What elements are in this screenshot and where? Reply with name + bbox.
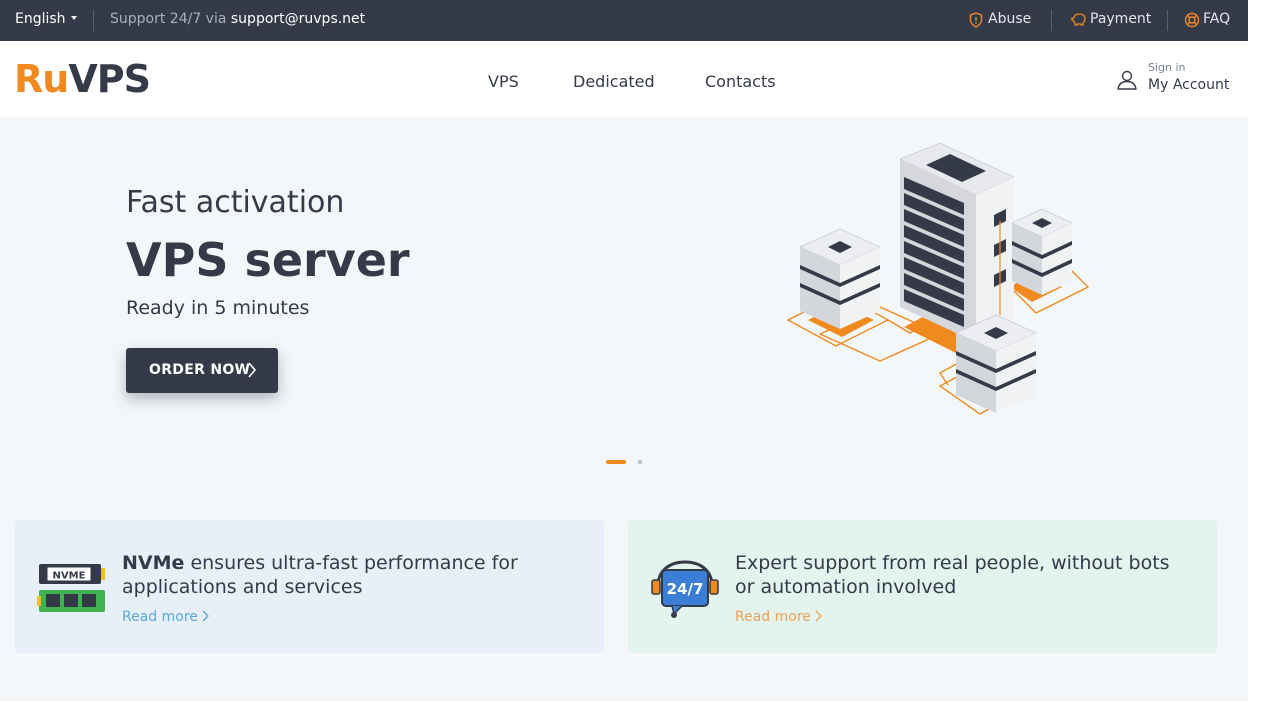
- user-icon: [1117, 70, 1137, 90]
- feature-bold: NVMe: [122, 552, 185, 574]
- nav-contacts[interactable]: Contacts: [705, 72, 776, 91]
- divider: [1167, 10, 1168, 31]
- nvme-icon: NVME: [37, 564, 105, 612]
- faq-link[interactable]: FAQ: [1184, 11, 1231, 28]
- feature-description: Expert support from real people, without…: [735, 552, 1170, 598]
- payment-link[interactable]: Payment: [1071, 11, 1152, 27]
- logo-ru: Ru: [14, 57, 69, 101]
- lifebuoy-icon: [1184, 12, 1200, 28]
- abuse-label: Abuse: [988, 11, 1032, 27]
- payment-label: Payment: [1090, 11, 1152, 27]
- piggy-bank-icon: [1071, 13, 1086, 26]
- my-account-button[interactable]: Sign in My Account: [1116, 61, 1236, 101]
- feature-card-support: 24/7 Expert support from real people, wi…: [628, 520, 1217, 653]
- nav-dedicated[interactable]: Dedicated: [573, 72, 655, 91]
- feature-card-nvme: NVME NVMe ensures ultra-fast performance…: [15, 520, 604, 653]
- support-email-link[interactable]: support@ruvps.net: [231, 11, 365, 27]
- svg-text:24/7: 24/7: [667, 580, 704, 598]
- language-selector[interactable]: English: [15, 11, 77, 27]
- hero-section: Fast activation VPS server Ready in 5 mi…: [0, 117, 1248, 701]
- feature-text: Expert support from real people, without…: [735, 551, 1195, 599]
- sign-in-label: Sign in: [1148, 61, 1186, 74]
- nav-vps[interactable]: VPS: [488, 72, 519, 91]
- chevron-right-icon: [248, 362, 257, 378]
- chevron-right-icon: [815, 610, 822, 622]
- divider: [1051, 10, 1052, 31]
- read-more-label: Read more: [735, 609, 811, 625]
- hero-kicker: Fast activation: [126, 185, 345, 220]
- carousel-pagination: [606, 460, 646, 466]
- support-info: Support 24/7 via support@ruvps.net: [110, 11, 365, 27]
- carousel-dot[interactable]: [638, 460, 642, 464]
- shield-icon: [969, 12, 983, 28]
- site-header: RuVPS VPS Dedicated Contacts Sign in My …: [0, 41, 1248, 117]
- top-bar: English Support 24/7 via support@ruvps.n…: [0, 0, 1248, 41]
- server-rack-illustration: [786, 142, 1090, 415]
- read-more-link[interactable]: Read more: [735, 609, 822, 625]
- read-more-link[interactable]: Read more: [122, 609, 209, 625]
- chevron-right-icon: [202, 610, 209, 622]
- hero-subtitle: Ready in 5 minutes: [126, 297, 310, 319]
- logo-vps: VPS: [68, 57, 151, 101]
- my-account-label: My Account: [1148, 77, 1230, 93]
- support-24-7-icon: 24/7: [651, 560, 719, 618]
- faq-label: FAQ: [1203, 11, 1231, 27]
- feature-text: NVMe ensures ultra-fast performance for …: [122, 551, 582, 599]
- ruvps-logo[interactable]: RuVPS: [14, 57, 151, 101]
- divider: [93, 10, 94, 31]
- read-more-label: Read more: [122, 609, 198, 625]
- svg-text:NVME: NVME: [53, 571, 86, 582]
- hero-title: VPS server: [126, 233, 410, 287]
- support-prefix: Support 24/7 via: [110, 11, 227, 27]
- order-now-button[interactable]: ORDER NOW: [126, 348, 278, 393]
- abuse-link[interactable]: Abuse: [969, 11, 1032, 28]
- caret-down-icon: [70, 16, 77, 20]
- carousel-dot-active[interactable]: [606, 460, 626, 464]
- order-now-label: ORDER NOW: [149, 362, 251, 378]
- language-label: English: [15, 11, 66, 27]
